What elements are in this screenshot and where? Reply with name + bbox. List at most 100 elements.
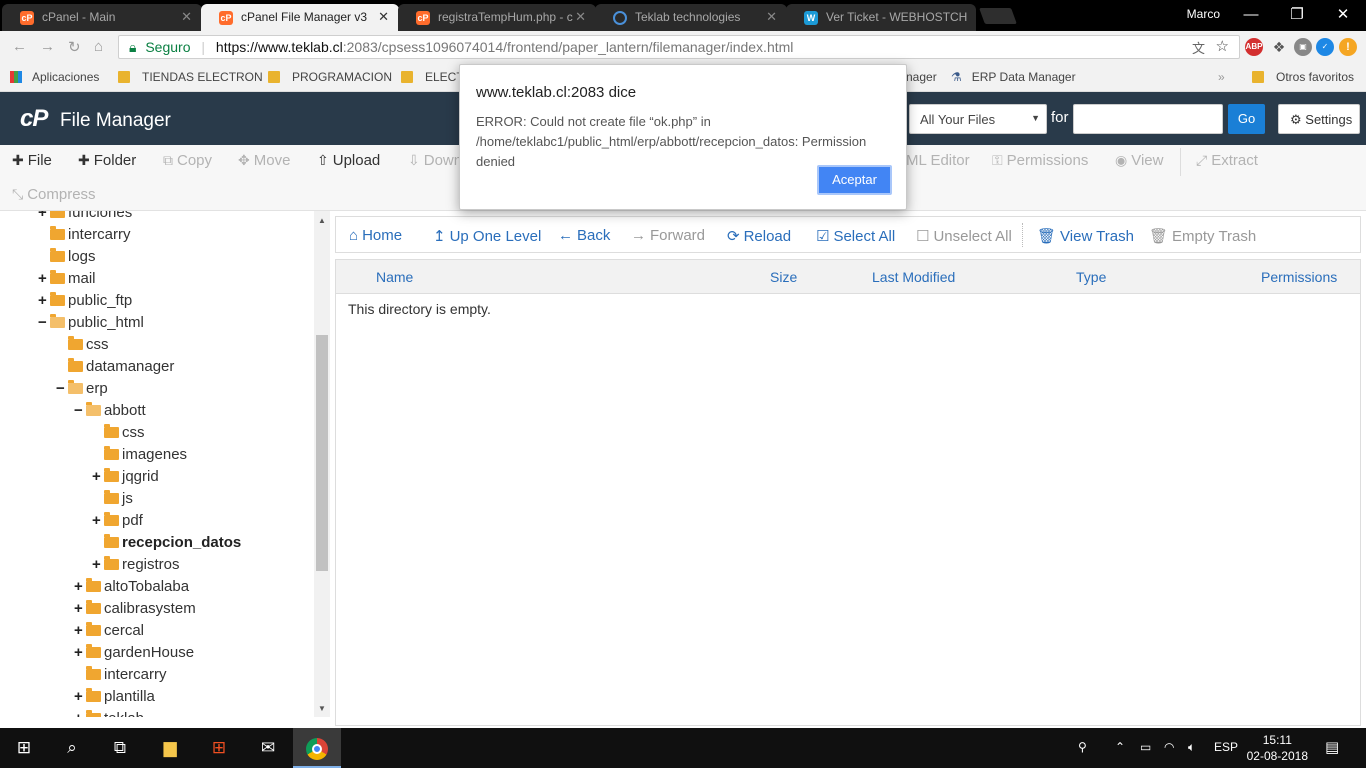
close-icon[interactable]: ✕ xyxy=(378,9,389,25)
bookmark-folder[interactable]: PROGRAMACION xyxy=(268,70,392,84)
tab-file-manager[interactable]: cP cPanel File Manager v3 ✕ xyxy=(201,4,399,31)
permissions-button[interactable]: ⚿ Permissions xyxy=(992,152,1088,169)
scrollbar-thumb[interactable] xyxy=(316,335,328,571)
tree-item[interactable]: + altoTobalaba xyxy=(74,578,189,600)
translate-icon[interactable]: 文 xyxy=(1192,38,1205,57)
update-alert-icon[interactable]: ! xyxy=(1339,38,1357,56)
profile-name[interactable]: Marco xyxy=(1187,7,1220,21)
tab-registra-temphum[interactable]: cP registraTempHum.php - c ✕ xyxy=(398,4,596,31)
compress-button[interactable]: ⤡ Compress xyxy=(12,186,96,203)
address-bar[interactable]: 🔒︎ Seguro | https://www.teklab.cl:2083/c… xyxy=(118,35,1240,59)
back-button[interactable]: ← Back xyxy=(558,227,610,244)
bookmark-item[interactable]: nager xyxy=(906,70,937,84)
battery-icon[interactable]: ▭ xyxy=(1140,740,1151,754)
expand-toggle[interactable]: + xyxy=(74,644,86,661)
collapse-toggle[interactable]: − xyxy=(38,314,50,331)
accept-button[interactable]: Aceptar xyxy=(817,165,892,195)
tree-item[interactable]: + registros xyxy=(92,556,180,578)
restore-icon[interactable]: ❐ xyxy=(1274,0,1320,31)
tree-item[interactable]: + calibrasystem xyxy=(74,600,196,622)
bookmark-star-icon[interactable]: ☆ xyxy=(1216,37,1229,55)
tab-ver-ticket[interactable]: W Ver Ticket - WEBHOSTCH xyxy=(786,4,976,31)
mail-icon[interactable]: ✉ xyxy=(244,728,292,768)
search-input[interactable] xyxy=(1073,104,1223,134)
file-explorer-icon[interactable]: ▆ xyxy=(146,728,194,768)
back-arrow-icon[interactable]: ← xyxy=(12,38,27,55)
adblock-icon[interactable]: ABP xyxy=(1245,38,1263,56)
bookmark-other[interactable]: Otros favoritos xyxy=(1252,70,1354,84)
tree-item[interactable]: + gardenHouse xyxy=(74,644,194,666)
expand-toggle[interactable]: + xyxy=(92,512,104,529)
scroll-down-icon[interactable]: ▼ xyxy=(318,704,326,713)
view-button[interactable]: ◉ View xyxy=(1115,152,1163,169)
dropbox-icon[interactable]: ❖ xyxy=(1270,38,1288,56)
html-editor-button[interactable]: ML Editor xyxy=(906,152,970,169)
tree-item[interactable]: + cercal xyxy=(74,622,144,644)
view-trash-button[interactable]: 🗑︎ View Trash xyxy=(1037,227,1134,245)
collapse-toggle[interactable]: − xyxy=(74,402,86,419)
search-icon[interactable]: ⌕ xyxy=(48,728,96,768)
forward-button[interactable]: → Forward xyxy=(631,227,705,244)
select-all-button[interactable]: ☑ Select All xyxy=(816,227,895,245)
home-icon[interactable]: ⌂ xyxy=(94,38,103,55)
column-last-modified[interactable]: Last Modified xyxy=(872,269,955,285)
upload-button[interactable]: ⇧ Upload xyxy=(317,152,380,169)
extension-check-icon[interactable]: ✓ xyxy=(1316,38,1334,56)
tree-item[interactable]: logs xyxy=(38,248,96,270)
people-icon[interactable]: ⚲ xyxy=(1078,740,1087,754)
chrome-icon[interactable] xyxy=(293,728,341,768)
tree-item[interactable]: datamanager xyxy=(56,358,174,380)
bookmark-folder[interactable]: TIENDAS ELECTRON xyxy=(118,70,263,84)
close-icon[interactable]: ✕ xyxy=(181,9,192,25)
settings-button[interactable]: ⚙ Settings xyxy=(1278,104,1360,134)
store-icon[interactable]: ⊞ xyxy=(195,728,243,768)
tree-item[interactable]: + pdf xyxy=(92,512,143,534)
reload-icon[interactable]: ↻ xyxy=(68,38,81,56)
scroll-up-icon[interactable]: ▲ xyxy=(318,216,326,225)
column-size[interactable]: Size xyxy=(770,269,797,285)
tab-teklab[interactable]: Teklab technologies ✕ xyxy=(595,4,787,31)
expand-toggle[interactable]: + xyxy=(74,600,86,617)
language-indicator[interactable]: ESP xyxy=(1214,740,1238,754)
tree-item[interactable]: imagenes xyxy=(92,446,187,468)
tree-item[interactable]: css xyxy=(56,336,109,358)
reload-button[interactable]: ⟳ Reload xyxy=(727,227,791,245)
expand-toggle[interactable]: + xyxy=(74,622,86,639)
tree-item[interactable]: + funciones xyxy=(38,211,132,226)
expand-toggle[interactable]: + xyxy=(74,578,86,595)
clock[interactable]: 15:11 02-08-2018 xyxy=(1247,732,1308,764)
new-folder-button[interactable]: ✚ Folder xyxy=(78,152,136,169)
column-name[interactable]: Name xyxy=(376,269,413,285)
expand-toggle[interactable]: + xyxy=(92,556,104,573)
download-button[interactable]: ⇩ Down xyxy=(408,152,462,169)
expand-toggle[interactable]: + xyxy=(38,211,50,221)
home-button[interactable]: ⌂ Home xyxy=(349,227,402,244)
bookmark-folder[interactable]: ELECT xyxy=(401,70,464,84)
tree-item[interactable]: − erp xyxy=(56,380,108,402)
bookmarks-overflow-icon[interactable]: » xyxy=(1218,70,1225,84)
expand-toggle[interactable]: + xyxy=(92,468,104,485)
tree-item[interactable]: + public_ftp xyxy=(38,292,132,314)
tree-item[interactable]: + plantilla xyxy=(74,688,155,710)
new-file-button[interactable]: ✚ File xyxy=(12,152,52,169)
tree-item[interactable]: − abbott xyxy=(74,402,146,424)
tree-item[interactable]: intercarry xyxy=(74,666,167,688)
tree-item[interactable]: intercarry xyxy=(38,226,131,248)
unselect-all-button[interactable]: ☐ Unselect All xyxy=(916,227,1012,245)
expand-toggle[interactable]: + xyxy=(38,270,50,287)
notifications-icon[interactable]: ▤ xyxy=(1325,738,1339,756)
forward-arrow-icon[interactable]: → xyxy=(40,38,55,55)
tray-chevron-icon[interactable]: ⌃ xyxy=(1115,740,1125,754)
tree-item[interactable]: − public_html xyxy=(38,314,144,336)
task-view-icon[interactable]: ⧉ xyxy=(96,728,144,768)
tree-item-selected[interactable]: recepcion_datos xyxy=(92,534,241,556)
close-window-icon[interactable]: ✕ xyxy=(1320,0,1366,31)
windows-start-icon[interactable]: ⊞ xyxy=(0,728,48,768)
empty-trash-button[interactable]: 🗑︎ Empty Trash xyxy=(1149,227,1256,245)
bookmark-apps[interactable]: Aplicaciones xyxy=(10,70,99,84)
expand-toggle[interactable]: + xyxy=(74,688,86,705)
up-one-level-button[interactable]: ↥ Up One Level xyxy=(433,227,541,245)
move-button[interactable]: ✥ Move xyxy=(238,152,290,169)
tree-item[interactable]: css xyxy=(92,424,145,446)
tree-item[interactable]: +teklab xyxy=(74,710,144,717)
